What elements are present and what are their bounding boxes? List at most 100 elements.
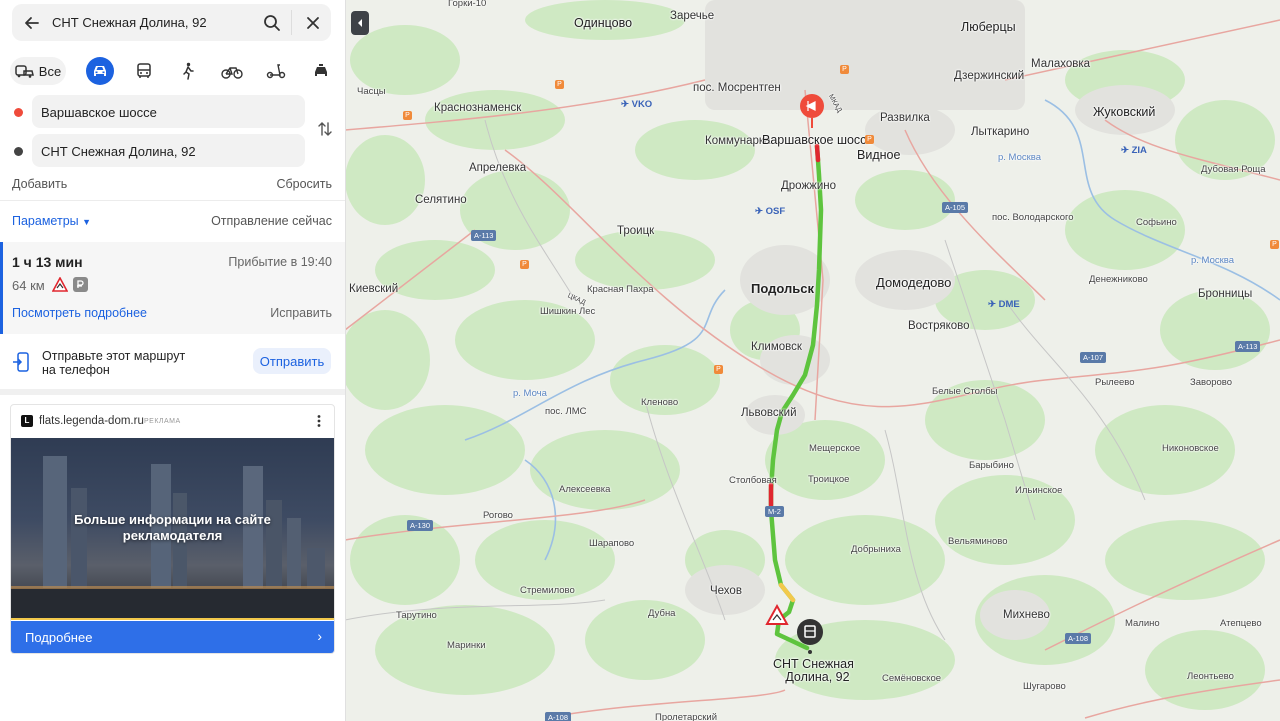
label-gorki10: Горки-10 bbox=[448, 0, 487, 9]
label-drozhzhino: Дрожжино bbox=[781, 180, 837, 192]
label-tarutino: Тарутино bbox=[396, 610, 437, 621]
swap-icon[interactable] bbox=[316, 120, 334, 138]
mode-taxi-button[interactable] bbox=[310, 57, 332, 85]
add-point-link[interactable]: Добавить bbox=[12, 177, 67, 191]
fuel-station-icon[interactable]: P bbox=[865, 135, 874, 144]
departure-selector[interactable]: Отправление сейчас bbox=[211, 214, 332, 228]
arrival-time: Прибытие в 19:40 bbox=[228, 255, 332, 269]
fix-route-link[interactable]: Исправить bbox=[270, 306, 332, 320]
mode-all-label: Все bbox=[38, 63, 62, 79]
label-lytkarino: Лыткарино bbox=[971, 126, 1030, 138]
fuel-station-icon[interactable]: P bbox=[520, 260, 529, 269]
road-works-icon bbox=[52, 277, 68, 292]
search-query[interactable]: СНТ Снежная Долина, 92 bbox=[52, 15, 207, 30]
airport-dme-code: DME bbox=[998, 299, 1020, 310]
view-details-link[interactable]: Посмотреть подробнее bbox=[12, 306, 147, 320]
send-button[interactable]: Отправить bbox=[253, 348, 331, 374]
label-sharapovo: Шарапово bbox=[589, 538, 635, 549]
mode-bike-button[interactable] bbox=[220, 57, 244, 85]
scooter-icon bbox=[266, 64, 286, 79]
ad-more-button[interactable]: Подробнее › bbox=[11, 621, 334, 653]
start-marker[interactable] bbox=[800, 94, 824, 128]
label-shishkin-les: Шишкин Лес bbox=[540, 306, 596, 317]
mode-car-button[interactable] bbox=[86, 57, 114, 85]
mode-scooter-button[interactable] bbox=[264, 57, 288, 85]
label-river-mocha: р. Моча bbox=[513, 388, 547, 399]
chevron-left-icon bbox=[358, 19, 362, 27]
pedestrian-icon bbox=[183, 62, 194, 80]
fuel-station-icon[interactable]: P bbox=[555, 80, 564, 89]
mode-bus-button[interactable] bbox=[134, 57, 154, 85]
route-option-card[interactable]: 1 ч 13 мин Прибытие в 19:40 64 км Посмот… bbox=[0, 242, 345, 334]
params-row: Параметры ▼ Отправление сейчас bbox=[12, 214, 332, 228]
label-atepcevo: Атепцево bbox=[1220, 618, 1262, 629]
fuel-station-icon[interactable]: P bbox=[840, 65, 849, 74]
label-kommunarka: Коммунарка bbox=[705, 135, 771, 147]
airport-vko[interactable]: ✈ VKO bbox=[621, 99, 652, 110]
send-text: Отправьте этот маршрут на телефон bbox=[42, 349, 185, 377]
fuel-station-icon[interactable]: P bbox=[1270, 240, 1279, 249]
label-proletarsky: Пролетарский bbox=[655, 712, 718, 721]
label-stolbovaya: Столбовая bbox=[729, 475, 777, 486]
label-domodedovo: Домодедово bbox=[876, 275, 952, 290]
label-sofino: Софьино bbox=[1136, 217, 1177, 228]
ad-image[interactable]: Больше информации на сайте рекламодателя bbox=[11, 438, 334, 620]
collapse-panel-button[interactable] bbox=[351, 11, 369, 35]
label-meshcherskoe: Мещерское bbox=[809, 443, 861, 454]
search-bar[interactable]: СНТ Снежная Долина, 92 bbox=[12, 4, 331, 41]
mode-all-button[interactable]: Все bbox=[10, 57, 66, 85]
search-separator bbox=[291, 10, 292, 35]
label-ryleevo: Рылеево bbox=[1095, 377, 1135, 388]
label-vostryakovo: Востряково bbox=[908, 320, 970, 332]
fuel-station-icon[interactable]: P bbox=[403, 111, 412, 120]
search-icon[interactable] bbox=[262, 13, 282, 33]
from-field[interactable]: Варшавское шоссе bbox=[32, 95, 305, 128]
map-area[interactable]: Горки-10 Одинцово Заречье Люберцы Дзержи… bbox=[345, 0, 1280, 721]
from-value[interactable]: Варшавское шоссе bbox=[41, 105, 157, 120]
more-options-icon[interactable] bbox=[313, 414, 325, 428]
label-odintsovo: Одинцово bbox=[574, 16, 633, 30]
label-destination: СНТ Снежная Долина, 92 bbox=[773, 658, 854, 684]
divider bbox=[0, 200, 345, 201]
fuel-station-icon[interactable]: P bbox=[714, 365, 723, 374]
taxi-icon bbox=[315, 64, 327, 76]
label-nikonovskoe: Никоновское bbox=[1162, 443, 1219, 454]
reset-link[interactable]: Сбросить bbox=[276, 177, 332, 191]
back-arrow-icon[interactable] bbox=[22, 13, 42, 33]
label-chasy: Часцы bbox=[357, 86, 386, 97]
all-transport-icon bbox=[15, 65, 34, 78]
send-text-line2: на телефон bbox=[42, 363, 110, 377]
label-vidnoe: Видное bbox=[857, 148, 901, 162]
label-mikhnevo: Михнево bbox=[1003, 609, 1050, 621]
label-dubna: Дубна bbox=[648, 608, 676, 619]
params-dropdown[interactable]: Параметры ▼ bbox=[12, 214, 91, 228]
airport-dme[interactable]: ✈ DME bbox=[988, 299, 1020, 310]
mode-walk-button[interactable] bbox=[178, 57, 198, 85]
road-shield-a105: А-105 bbox=[942, 202, 969, 213]
ad-domain[interactable]: flats.legenda-dom.ru bbox=[39, 415, 144, 427]
label-mosrentgen: пос. Мосрентген bbox=[693, 82, 781, 94]
label-rogovo: Рогово bbox=[483, 510, 513, 521]
close-icon[interactable] bbox=[304, 14, 322, 32]
ad-header: L flats.legenda-dom.ru РЕКЛАМА bbox=[11, 405, 334, 437]
label-dzerzhinsky: Дзержинский bbox=[954, 70, 1025, 82]
label-zarechye: Заречье bbox=[670, 10, 715, 22]
label-denezhnikovo: Денежниково bbox=[1089, 274, 1148, 285]
airport-osf[interactable]: ✈ OSF bbox=[755, 206, 785, 217]
road-shield-a113-east: А-113 bbox=[1235, 341, 1261, 352]
label-krasnaya-pakhra: Красная Пахра bbox=[587, 284, 654, 295]
airport-zia[interactable]: ✈ ZIA bbox=[1121, 145, 1147, 156]
label-malino: Малино bbox=[1125, 618, 1160, 629]
advertisement[interactable]: L flats.legenda-dom.ru РЕКЛАМА Больше ин… bbox=[10, 404, 335, 654]
label-shugarovo: Шугарово bbox=[1023, 681, 1066, 692]
to-value[interactable]: СНТ Снежная Долина, 92 bbox=[41, 144, 196, 159]
label-destination-line2: Долина, 92 bbox=[785, 670, 850, 684]
label-selyatino: Селятино bbox=[415, 194, 467, 206]
label-bronnitsy: Бронницы bbox=[1198, 288, 1253, 300]
label-barybino: Барыбино bbox=[969, 460, 1014, 471]
label-river-moskva-2: р. Москва bbox=[1191, 255, 1234, 266]
label-semenovskoe: Семёновское bbox=[882, 673, 942, 684]
start-point-dot bbox=[14, 108, 23, 117]
to-field[interactable]: СНТ Снежная Долина, 92 bbox=[32, 134, 305, 167]
bicycle-icon bbox=[221, 67, 243, 79]
